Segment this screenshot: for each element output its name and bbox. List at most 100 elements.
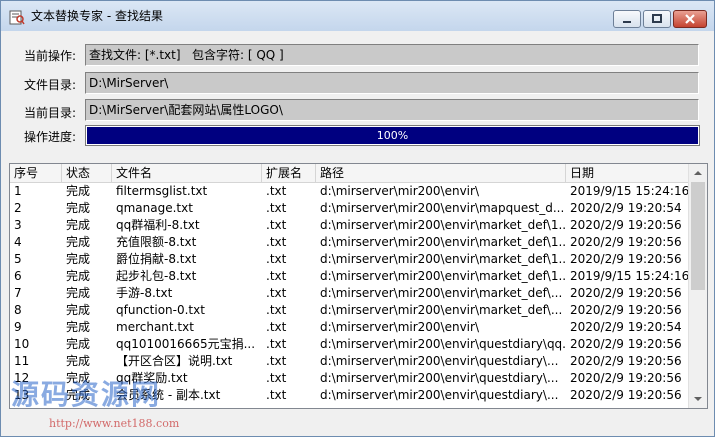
column-header-extension[interactable]: 扩展名 xyxy=(262,164,316,182)
column-header-index[interactable]: 序号 xyxy=(10,164,62,182)
close-button[interactable] xyxy=(673,10,707,28)
table-row[interactable]: 5 完成 爵位捐献-8.txt .txt d:\mirserver\mir200\env… xyxy=(10,251,689,268)
row-path: d:\mirserver\mir200\envir\market_def\1..… xyxy=(320,269,566,283)
close-icon xyxy=(685,14,695,24)
row-extension: .txt xyxy=(266,269,287,283)
row-index: 9 xyxy=(14,320,22,334)
minimize-icon xyxy=(623,21,631,23)
progress-label: 操作进度: xyxy=(24,130,77,144)
row-status: 完成 xyxy=(66,303,91,317)
vertical-scrollbar[interactable] xyxy=(688,164,707,408)
operation-label: 当前操作: xyxy=(24,49,77,63)
maximize-button[interactable] xyxy=(643,10,671,28)
row-date: 2020/2/9 19:20:56 xyxy=(570,303,682,317)
row-extension: .txt xyxy=(266,354,287,368)
row-status: 完成 xyxy=(66,354,91,368)
row-extension: .txt xyxy=(266,235,287,249)
row-date: 2020/2/9 19:20:56 xyxy=(570,252,682,266)
window-title: 文本替换专家 - 查找结果 xyxy=(31,9,163,23)
row-extension: .txt xyxy=(266,184,287,198)
row-path: d:\mirserver\mir200\envir\ xyxy=(320,320,479,334)
minimize-button[interactable] xyxy=(613,10,641,28)
table-row[interactable]: 10 完成 qq1010016665元宝捐... .txt d:\mirserver\m… xyxy=(10,336,689,353)
row-filename: qq群福利-8.txt xyxy=(116,218,200,232)
row-index: 1 xyxy=(14,184,22,198)
row-index: 11 xyxy=(14,354,30,368)
row-filename: 充值限额-8.txt xyxy=(116,235,197,249)
title-bar[interactable]: 文本替换专家 - 查找结果 xyxy=(1,1,714,31)
column-header-filename[interactable]: 文件名 xyxy=(112,164,262,182)
row-extension: .txt xyxy=(266,218,287,232)
row-date: 2020/2/9 19:20:56 xyxy=(570,371,682,385)
watermark-text: 源码资源网 xyxy=(11,378,162,411)
table-row[interactable]: 2 完成 qmanage.txt .txt d:\mirserver\mir200\en… xyxy=(10,200,689,217)
column-header-status[interactable]: 状态 xyxy=(62,164,112,182)
row-date: 2020/2/9 19:20:56 xyxy=(570,388,682,402)
row-path: d:\mirserver\mir200\envir\mapquest_d... xyxy=(320,201,565,215)
row-date: 2019/9/15 15:24:16 xyxy=(570,184,689,198)
row-date: 2020/2/9 19:20:56 xyxy=(570,235,682,249)
row-date: 2020/2/9 19:20:54 xyxy=(570,201,682,215)
row-index: 10 xyxy=(14,337,30,351)
row-status: 完成 xyxy=(66,235,91,249)
progress-bar: 100% xyxy=(85,125,700,146)
row-filename: qfunction-0.txt xyxy=(116,303,205,317)
row-index: 4 xyxy=(14,235,22,249)
row-status: 完成 xyxy=(66,286,91,300)
row-extension: .txt xyxy=(266,388,287,402)
row-filename: 爵位捐献-8.txt xyxy=(116,252,197,266)
row-extension: .txt xyxy=(266,286,287,300)
app-icon xyxy=(9,10,25,25)
table-row[interactable]: 11 完成 【开区合区】说明.txt .txt d:\mirserver\mir200\… xyxy=(10,353,689,370)
row-path: d:\mirserver\mir200\envir\market_def\1..… xyxy=(320,218,566,232)
main-window: 文本替换专家 - 查找结果 当前操作: 查找文件: [*.txt] 包含字符: … xyxy=(0,0,715,437)
row-date: 2020/2/9 19:20:54 xyxy=(570,320,682,334)
file-dir-label: 文件目录: xyxy=(24,78,77,92)
list-header: 序号 状态 文件名 扩展名 路径 日期 xyxy=(10,164,689,183)
row-filename: qq1010016665元宝捐... xyxy=(116,337,256,351)
row-date: 2020/2/9 19:20:56 xyxy=(570,218,682,232)
watermark-url: http://www.net188.com xyxy=(49,417,180,430)
row-index: 8 xyxy=(14,303,22,317)
row-status: 完成 xyxy=(66,218,91,232)
operation-field: 查找文件: [*.txt] 包含字符: [ QQ ] xyxy=(85,44,699,66)
row-filename: filtermsglist.txt xyxy=(116,184,208,198)
column-header-date[interactable]: 日期 xyxy=(566,164,689,182)
scroll-thumb[interactable] xyxy=(691,182,705,290)
row-path: d:\mirserver\mir200\envir\questdiary\... xyxy=(320,354,559,368)
current-dir-field: D:\MirServer\配套网站\属性LOGO\ xyxy=(85,99,699,121)
table-row[interactable]: 7 完成 手游-8.txt .txt d:\mirserver\mir200\envir… xyxy=(10,285,689,302)
arrow-down-icon xyxy=(694,397,702,401)
column-header-path[interactable]: 路径 xyxy=(316,164,566,182)
row-filename: merchant.txt xyxy=(116,320,194,334)
current-dir-label: 当前目录: xyxy=(24,106,77,120)
row-status: 完成 xyxy=(66,320,91,334)
table-row[interactable]: 1 完成 filtermsglist.txt .txt d:\mirserver\mir… xyxy=(10,183,689,200)
row-index: 6 xyxy=(14,269,22,283)
row-extension: .txt xyxy=(266,320,287,334)
table-row[interactable]: 3 完成 qq群福利-8.txt .txt d:\mirserver\mir200\en… xyxy=(10,217,689,234)
row-date: 2019/9/15 15:24:16 xyxy=(570,269,689,283)
scroll-up-button[interactable] xyxy=(690,165,706,181)
row-filename: qmanage.txt xyxy=(116,201,193,215)
file-dir-field: D:\MirServer\ xyxy=(85,72,699,94)
row-extension: .txt xyxy=(266,371,287,385)
table-row[interactable]: 4 完成 充值限额-8.txt .txt d:\mirserver\mir200\env… xyxy=(10,234,689,251)
row-extension: .txt xyxy=(266,201,287,215)
row-filename: 手游-8.txt xyxy=(116,286,173,300)
table-row[interactable]: 6 完成 起步礼包-8.txt .txt d:\mirserver\mir200\env… xyxy=(10,268,689,285)
scroll-down-button[interactable] xyxy=(690,391,706,407)
row-status: 完成 xyxy=(66,201,91,215)
row-filename: 【开区合区】说明.txt xyxy=(116,354,233,368)
maximize-icon xyxy=(652,14,662,23)
table-row[interactable]: 8 完成 qfunction-0.txt .txt d:\mirserver\mir20… xyxy=(10,302,689,319)
row-path: d:\mirserver\mir200\envir\questdiary\qq.… xyxy=(320,337,566,351)
row-date: 2020/2/9 19:20:56 xyxy=(570,354,682,368)
row-status: 完成 xyxy=(66,184,91,198)
row-status: 完成 xyxy=(66,252,91,266)
row-date: 2020/2/9 19:20:56 xyxy=(570,337,682,351)
row-index: 3 xyxy=(14,218,22,232)
row-extension: .txt xyxy=(266,252,287,266)
row-extension: .txt xyxy=(266,303,287,317)
table-row[interactable]: 9 完成 merchant.txt .txt d:\mirserver\mir200\e… xyxy=(10,319,689,336)
